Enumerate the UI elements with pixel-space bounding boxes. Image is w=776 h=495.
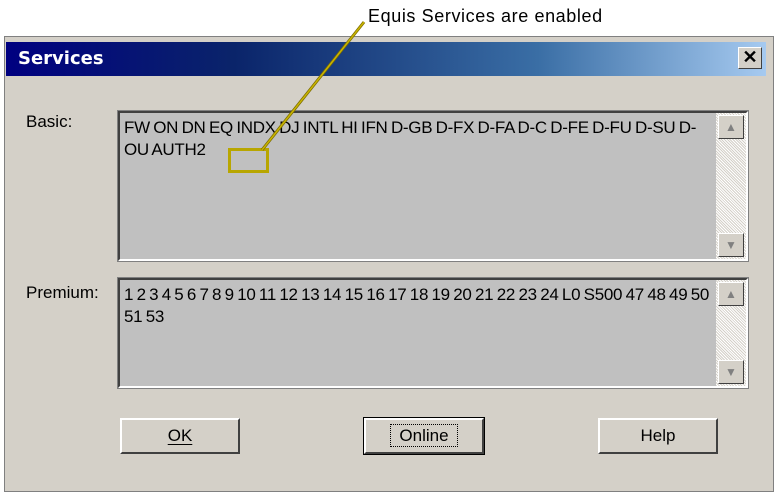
annotation-leader-line: [260, 21, 366, 151]
